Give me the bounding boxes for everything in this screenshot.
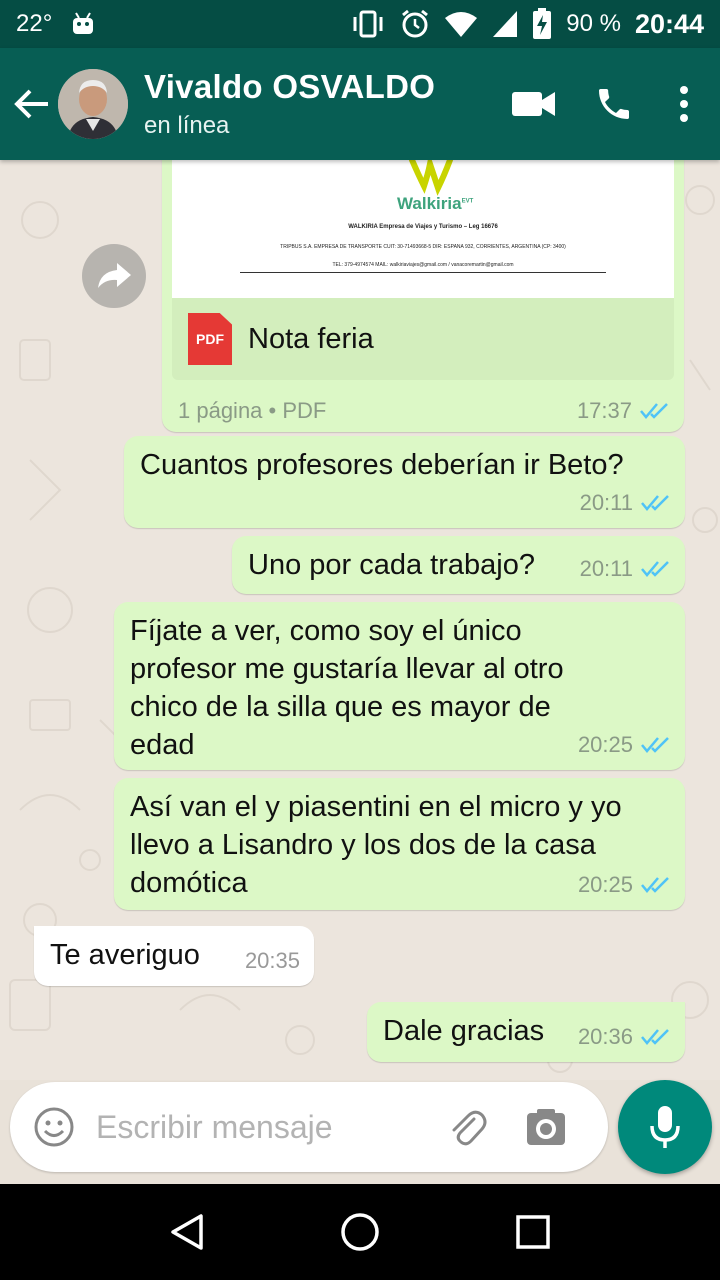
message-time: 17:37 [576,398,632,423]
chat-area[interactable]: WalkiriaEVT WALKIRIA Empresa de Viajes y… [0,160,720,1080]
message-time: 20:11 [579,556,633,581]
double-check-icon [641,877,669,893]
more-options-button[interactable] [654,64,714,144]
back-button[interactable] [6,48,58,160]
contact-name[interactable]: Vivaldo OSVALDO [144,68,435,106]
message-time: 20:36 [577,1024,633,1049]
nav-home-button[interactable] [320,1192,400,1272]
message-meta: 20:11 [580,550,671,588]
nav-recents-icon [516,1215,551,1249]
document-file-row[interactable]: PDF Nota feria [172,298,674,380]
forward-icon [98,263,131,288]
forward-button[interactable] [82,244,146,308]
message-text: Cuantos profesores deberían ir Beto? [140,449,624,481]
message-bubble[interactable]: Así van el y piasentini en el micro y yo… [114,778,685,910]
phone-icon [599,89,629,119]
temperature-text: 22° [16,10,53,37]
contact-status: en línea [144,112,230,139]
message-bubble[interactable]: Dale gracias 20:36 [367,1002,685,1062]
message-meta: 20:11 [580,484,671,522]
nav-home-icon [341,1213,379,1251]
clock: 20:44 [634,8,704,39]
more-vert-icon [680,86,688,122]
walkiria-logo [409,160,453,196]
message-meta: 20:35 [245,942,300,980]
emoji-icon [34,1107,74,1147]
document-file-name: Nota feria [248,322,374,355]
status-bar: 22° 90 % 20:44 [0,0,720,48]
message-text-line: llevo a Lisandro y los dos de la casa [130,829,596,861]
avatar[interactable] [58,69,128,139]
video-call-icon [512,92,555,116]
message-text-line: profesor me gustaría llevar al otro [130,653,564,685]
document-info: 1 página • PDF [178,398,327,423]
emoji-button[interactable] [24,1097,84,1157]
android-icon [70,12,96,36]
battery-percentage: 90 % [566,10,621,37]
nav-back-button[interactable] [147,1192,227,1272]
document-message[interactable]: WalkiriaEVT WALKIRIA Empresa de Viajes y… [162,160,684,432]
message-meta: 20:25 [578,866,671,904]
document-line-2: TRIPBUS S.A. EMPRESA DE TRANSPORTE CUIT:… [280,244,566,250]
document-rule [240,272,606,273]
message-time: 20:25 [577,732,633,757]
nav-back-icon [170,1214,203,1250]
double-check-icon [641,495,669,511]
document-line-3: TEL: 379-4974574 MAIL: walkiriaviajes@gm… [332,262,514,268]
message-input[interactable] [96,1108,426,1146]
double-check-icon [640,403,668,419]
voice-record-button[interactable] [618,1080,712,1174]
message-meta: 17:37 [577,398,670,424]
brand-name: WalkiriaEVT [397,194,474,213]
back-arrow-icon [14,89,48,119]
pdf-file-icon: PDF [188,313,232,365]
message-time: 20:35 [244,948,300,973]
composer [10,1082,608,1172]
document-preview[interactable]: WalkiriaEVT WALKIRIA Empresa de Viajes y… [172,160,674,298]
message-bubble-incoming[interactable]: Te averiguo 20:35 [34,926,314,986]
voice-call-button[interactable] [574,64,654,144]
message-text-line: Así van el y piasentini en el micro y yo [130,791,622,823]
message-meta: 20:36 [578,1018,671,1056]
signal-icon [492,10,518,38]
message-bubble[interactable]: Cuantos profesores deberían ir Beto? 20:… [124,436,685,528]
chat-header: Vivaldo OSVALDO en línea [0,48,720,160]
message-time: 20:25 [577,872,633,897]
message-text-line: Fíjate a ver, como soy el único [130,615,522,647]
alarm-icon [400,9,430,39]
message-bubble[interactable]: Uno por cada trabajo? 20:11 [232,536,685,594]
double-check-icon [641,561,669,577]
message-time: 20:11 [579,490,633,515]
battery-charging-icon [532,8,552,40]
double-check-icon [641,737,669,753]
vibrate-icon [350,10,386,38]
message-text-line: chico de la silla que es mayor de [130,691,551,723]
attach-button[interactable] [436,1097,496,1157]
document-line-1: WALKIRIA Empresa de Viajes y Turismo – L… [348,224,498,230]
camera-button[interactable] [516,1097,576,1157]
message-bubble[interactable]: Fíjate a ver, como soy el único profesor… [114,602,685,770]
attach-icon [452,1110,487,1146]
camera-icon [527,1109,565,1145]
wifi-icon [444,10,478,38]
video-call-button[interactable] [494,64,574,144]
navigation-bar [0,1184,720,1280]
mic-icon [650,1106,680,1148]
nav-recents-button[interactable] [493,1192,573,1272]
message-meta: 20:25 [578,726,671,764]
double-check-icon [641,1029,669,1045]
